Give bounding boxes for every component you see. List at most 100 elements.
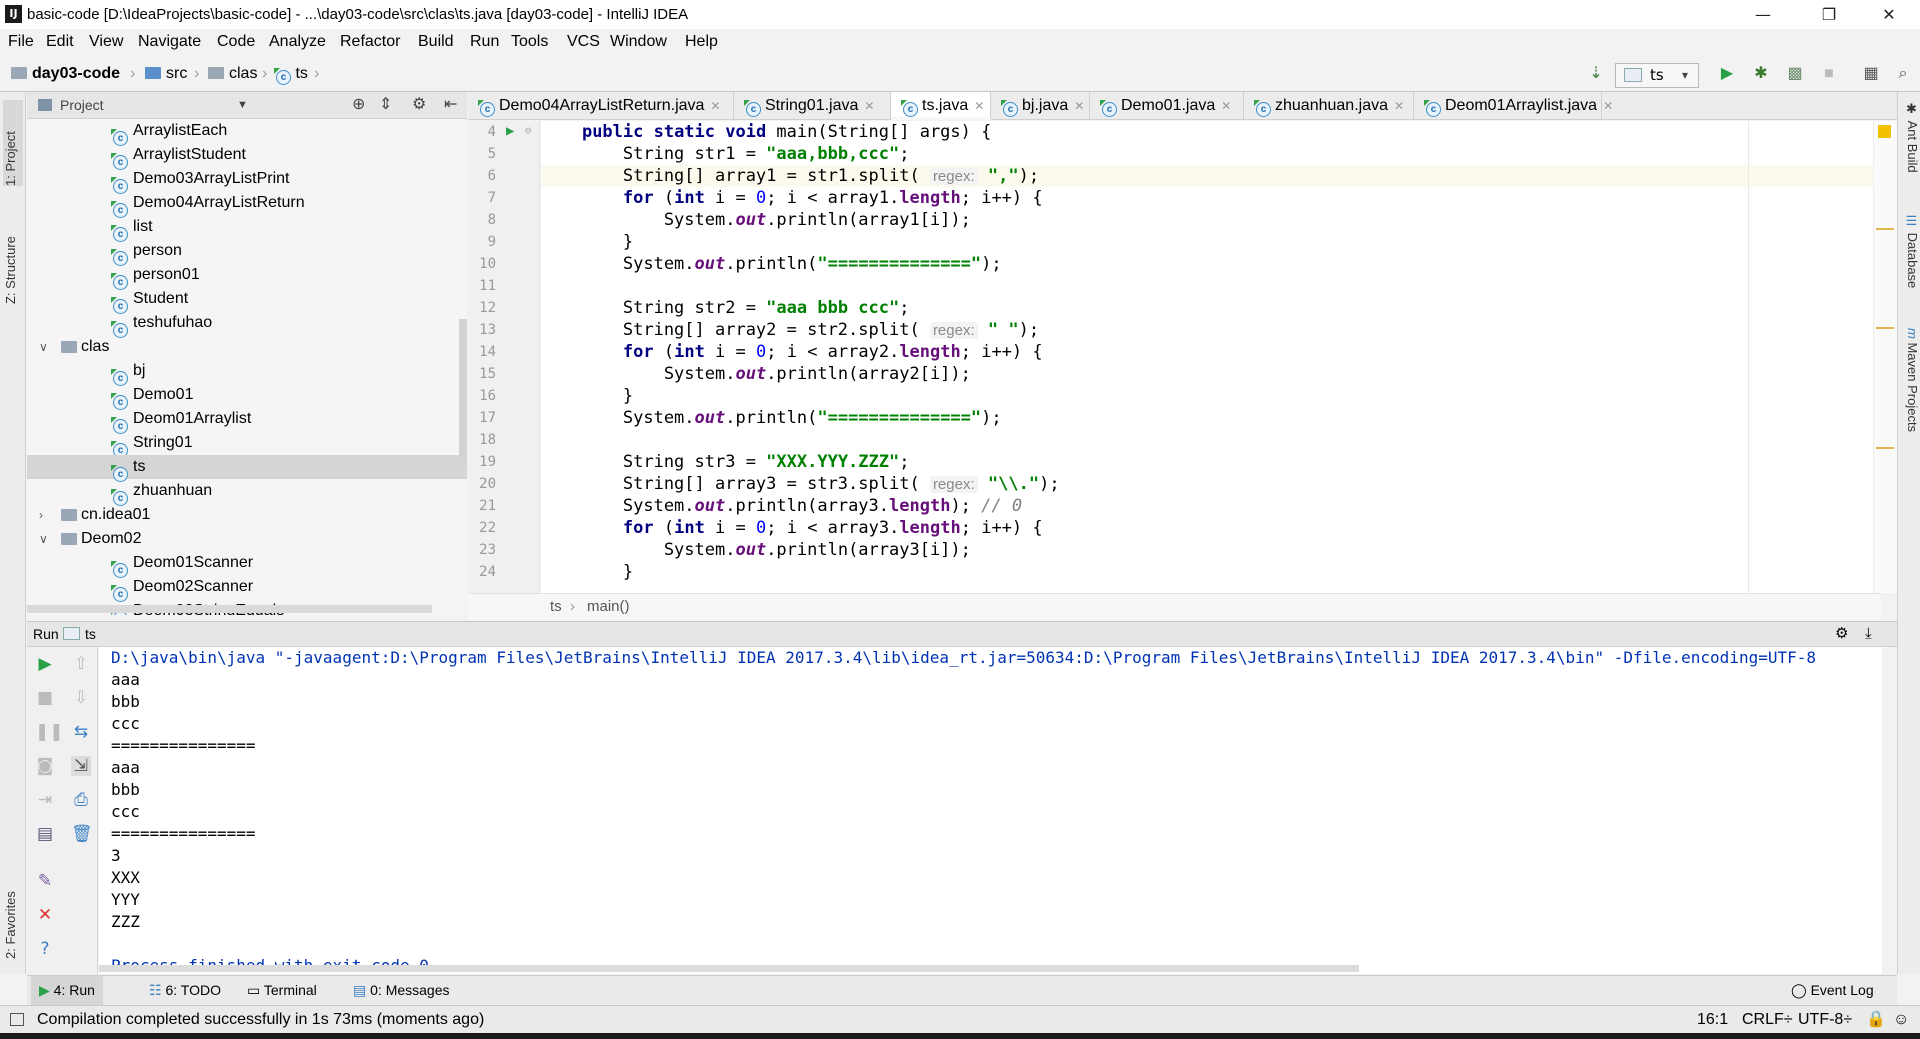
pause-icon[interactable]: ❚❚ bbox=[35, 722, 64, 742]
breadcrumb-ts[interactable]: c ts bbox=[276, 57, 308, 91]
tree-item[interactable]: c Demo04ArrayListReturn bbox=[27, 191, 467, 218]
tree-horizontal-scrollbar[interactable] bbox=[27, 605, 432, 613]
breadcrumb-module[interactable]: day03-code bbox=[11, 57, 120, 91]
clear-all-icon[interactable]: 🗑 bbox=[71, 824, 93, 844]
close-run-icon[interactable]: ✕ bbox=[35, 905, 55, 925]
tab-terminal[interactable]: ▭ Terminal bbox=[239, 976, 325, 1005]
tree-item[interactable]: ∨ Deom02 bbox=[27, 527, 467, 551]
tree-item[interactable]: c Student bbox=[27, 287, 467, 314]
dump-threads-icon[interactable]: ◙ bbox=[35, 756, 55, 776]
print-icon[interactable]: ⎙ bbox=[71, 790, 91, 810]
project-panel-title[interactable]: Project bbox=[60, 92, 104, 118]
soft-wrap-icon[interactable]: ⇆ bbox=[71, 722, 91, 742]
stripe-mark[interactable] bbox=[1876, 327, 1894, 329]
debug-icon[interactable]: ✱ bbox=[1751, 64, 1771, 84]
tree-item[interactable]: › cn.idea01 bbox=[27, 503, 467, 527]
restore-layout-icon[interactable]: ▤ bbox=[35, 824, 55, 844]
run-config-tab[interactable]: ts bbox=[85, 622, 96, 646]
toggle-tool-windows-icon[interactable] bbox=[10, 1013, 24, 1026]
breadcrumb-clas[interactable]: clas bbox=[208, 57, 257, 91]
build-project-icon[interactable]: ⇣ bbox=[1586, 64, 1606, 84]
editor-tab[interactable]: c ts.java ✕ bbox=[891, 92, 991, 120]
menu-view[interactable]: View bbox=[89, 29, 123, 55]
close-tab-icon[interactable]: ✕ bbox=[1394, 99, 1404, 113]
close-tab-icon[interactable]: ✕ bbox=[1221, 99, 1231, 113]
menu-refactor[interactable]: Refactor bbox=[340, 29, 400, 55]
tab-todo[interactable]: ☷ 6: TODO bbox=[141, 976, 229, 1005]
editor-tab[interactable]: c Demo04ArrayListReturn.java ✕ bbox=[468, 92, 734, 120]
tab-messages[interactable]: ▤ 0: Messages bbox=[345, 976, 458, 1005]
menu-analyze[interactable]: Analyze bbox=[269, 29, 326, 55]
menu-window[interactable]: Window bbox=[610, 29, 667, 55]
tree-item[interactable]: c Deom01Scanner bbox=[27, 551, 467, 578]
hide-panel-icon[interactable]: ⤓ bbox=[1865, 622, 1872, 646]
editor-tab[interactable]: c zhuanhuan.java ✕ bbox=[1244, 92, 1414, 120]
up-arrow-icon[interactable]: ⇧ bbox=[71, 654, 91, 674]
console-horizontal-scrollbar[interactable] bbox=[99, 965, 1359, 972]
tree-item[interactable]: c Demo01 bbox=[27, 383, 467, 410]
line-separator[interactable]: CRLF÷ bbox=[1742, 1006, 1793, 1033]
editor-tab[interactable]: c bj.java ✕ bbox=[991, 92, 1090, 120]
close-tab-icon[interactable]: ✕ bbox=[974, 99, 984, 113]
close-icon[interactable]: ✕ bbox=[1866, 0, 1912, 29]
code-editor[interactable]: public static void main(String[] args) {… bbox=[541, 121, 1881, 593]
close-tab-icon[interactable]: ✕ bbox=[864, 99, 874, 113]
collapse-all-icon[interactable]: ⇕ bbox=[379, 92, 392, 118]
tool-tab-favorites[interactable]: 2: Favorites bbox=[3, 867, 23, 959]
tree-item[interactable]: c Deom01Arraylist bbox=[27, 407, 467, 434]
run-configuration-select[interactable]: ts ▾ bbox=[1615, 63, 1699, 88]
menu-code[interactable]: Code bbox=[217, 29, 255, 55]
locate-file-icon[interactable]: ⊕ bbox=[352, 92, 365, 118]
menu-navigate[interactable]: Navigate bbox=[138, 29, 201, 55]
menu-build[interactable]: Build bbox=[418, 29, 454, 55]
menu-help[interactable]: Help bbox=[685, 29, 718, 55]
restore-icon[interactable]: ❐ bbox=[1806, 0, 1852, 29]
menu-vcs[interactable]: VCS bbox=[567, 29, 600, 55]
chevron-down-icon[interactable]: ∨ bbox=[39, 335, 48, 359]
project-structure-icon[interactable]: ▦ bbox=[1861, 64, 1881, 84]
menu-run[interactable]: Run bbox=[470, 29, 499, 55]
run-console[interactable]: D:\java\bin\java "-javaagent:D:\Program … bbox=[99, 647, 1882, 974]
gear-icon[interactable]: ⚙ bbox=[1835, 622, 1848, 646]
tree-item[interactable]: c Deom02Scanner bbox=[27, 575, 467, 602]
menu-file[interactable]: File bbox=[8, 29, 34, 55]
caret-position[interactable]: 16:1 bbox=[1697, 1006, 1728, 1033]
tree-item[interactable]: c list bbox=[27, 215, 467, 242]
menu-edit[interactable]: Edit bbox=[46, 29, 74, 55]
run-coverage-icon[interactable]: ▩ bbox=[1785, 64, 1805, 84]
minimize-icon[interactable]: — bbox=[1740, 0, 1786, 29]
hide-panel-icon[interactable]: ⇤ bbox=[444, 92, 457, 118]
breadcrumb-src[interactable]: src bbox=[145, 57, 187, 91]
exit-icon[interactable]: ⇥ bbox=[35, 790, 55, 810]
tool-tab-ant-build[interactable]: ✱ Ant Build bbox=[1900, 102, 1920, 173]
tree-scrollbar[interactable] bbox=[459, 319, 467, 459]
close-tab-icon[interactable]: ✕ bbox=[1074, 99, 1084, 113]
close-tab-icon[interactable]: ✕ bbox=[1603, 99, 1613, 113]
editor-tab[interactable]: c String01.java ✕ bbox=[734, 92, 891, 120]
tree-item[interactable]: c ArraylistEach bbox=[27, 119, 467, 146]
help-icon[interactable]: ? bbox=[35, 939, 55, 959]
fold-icon[interactable]: ⊖ bbox=[525, 124, 532, 137]
gear-icon[interactable]: ⚙ bbox=[412, 92, 426, 118]
stripe-mark[interactable] bbox=[1876, 228, 1894, 230]
inspector-icon[interactable]: ☺ bbox=[1893, 1006, 1909, 1033]
tool-tab-structure[interactable]: Z: Structure bbox=[3, 212, 23, 304]
pin-icon[interactable]: ✎ bbox=[35, 871, 55, 891]
stripe-mark[interactable] bbox=[1876, 447, 1894, 449]
event-log-button[interactable]: ◯ Event Log bbox=[1783, 976, 1882, 1005]
rerun-icon[interactable]: ▶ bbox=[35, 654, 55, 674]
editor-tab[interactable]: c Demo01.java ✕ bbox=[1090, 92, 1244, 120]
tree-item[interactable]: c Demo03ArrayListPrint bbox=[27, 167, 467, 194]
run-gutter-icon[interactable]: ▶ bbox=[506, 123, 514, 139]
lock-icon[interactable]: 🔒 bbox=[1866, 1006, 1886, 1033]
chevron-down-icon[interactable]: ∨ bbox=[39, 527, 48, 551]
scroll-to-end-icon[interactable]: ⇲ bbox=[71, 756, 91, 776]
close-tab-icon[interactable]: ✕ bbox=[710, 99, 720, 113]
tree-item[interactable]: c ts bbox=[27, 455, 467, 482]
chevron-right-icon[interactable]: › bbox=[39, 503, 43, 527]
warning-status-icon[interactable] bbox=[1878, 125, 1891, 138]
stop-icon[interactable]: ■ bbox=[1819, 64, 1839, 84]
tool-tab-maven[interactable]: m Maven Projects bbox=[1900, 328, 1920, 432]
chevron-down-icon[interactable]: ▼ bbox=[237, 92, 248, 118]
tree-item[interactable]: c String01 bbox=[27, 431, 467, 458]
